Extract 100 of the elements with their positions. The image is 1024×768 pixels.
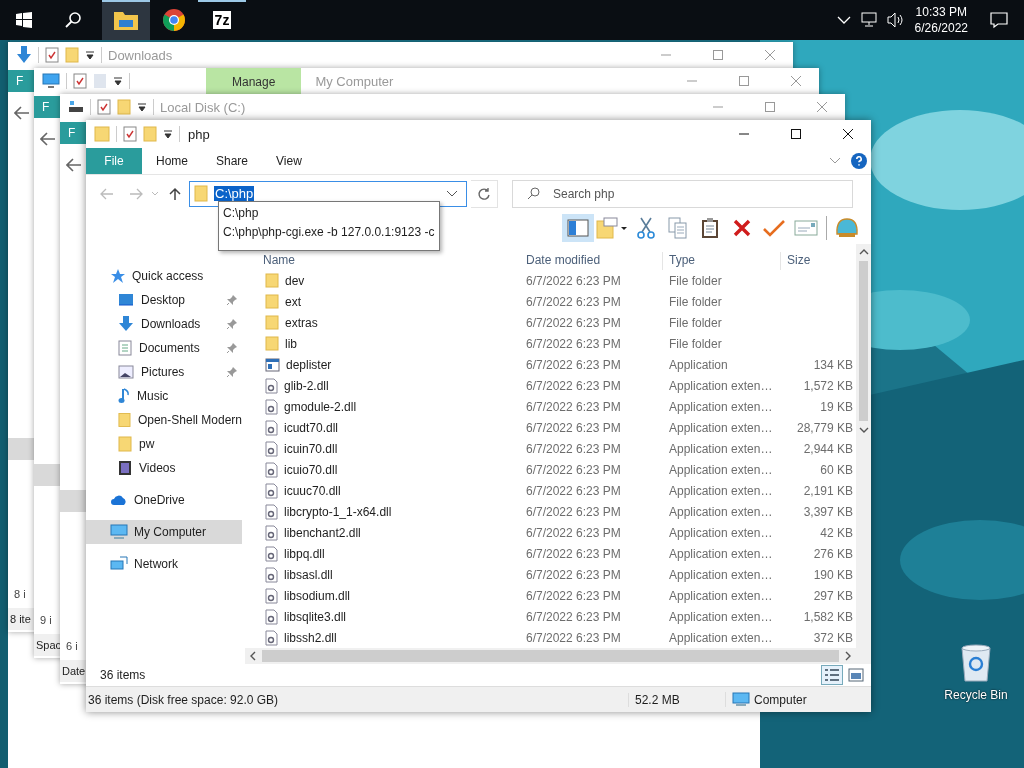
- pin-icon[interactable]: [226, 294, 238, 306]
- properties-icon[interactable]: [45, 47, 59, 63]
- dropdown-icon[interactable]: [113, 76, 123, 86]
- refresh-button[interactable]: [471, 179, 498, 208]
- pin-icon[interactable]: [226, 342, 238, 354]
- file-name-cell[interactable]: libenchant2.dll: [245, 522, 520, 543]
- vertical-scrollbar[interactable]: [856, 244, 871, 664]
- start-icon[interactable]: [16, 12, 32, 28]
- properties-icon[interactable]: [123, 126, 137, 142]
- manage-tab[interactable]: Manage: [206, 68, 302, 94]
- pin-icon[interactable]: [226, 366, 238, 378]
- nav-item[interactable]: Network: [86, 552, 242, 576]
- nav-item[interactable]: Pictures: [86, 360, 242, 384]
- scroll-left-icon[interactable]: [248, 651, 258, 661]
- scroll-right-icon[interactable]: [843, 651, 853, 661]
- folder-icon: [596, 217, 628, 239]
- archiver-button[interactable]: 7z: [198, 0, 246, 40]
- horizontal-scrollbar[interactable]: [245, 648, 856, 664]
- network-icon[interactable]: [860, 12, 879, 28]
- date-cell-text: 6/7/2022 6:23 PM: [525, 545, 622, 563]
- properties-icon[interactable]: [73, 73, 87, 89]
- file-name-cell[interactable]: icuuc70.dll: [245, 480, 520, 501]
- dropdown-chevron-icon[interactable]: [446, 189, 458, 198]
- file-name-cell[interactable]: extras: [245, 312, 520, 333]
- scroll-up-icon[interactable]: [858, 247, 869, 257]
- download-icon: [16, 46, 32, 64]
- size-cell-text: 28,779 KB: [795, 419, 854, 437]
- help-icon[interactable]: [851, 153, 867, 169]
- back-arrow-icon[interactable]: [40, 132, 56, 146]
- file-name-cell[interactable]: libsqlite3.dll: [245, 606, 520, 627]
- pin-icon[interactable]: [226, 318, 238, 330]
- up-icon[interactable]: [169, 186, 181, 201]
- dropdown-icon[interactable]: [85, 50, 95, 60]
- gear-file-icon: [265, 461, 278, 478]
- file-name-cell[interactable]: libpq.dll: [245, 543, 520, 564]
- nav-item[interactable]: Open-Shell Modern: [86, 408, 242, 432]
- folder-icon: [118, 436, 132, 452]
- type-cell-text: File folder: [668, 272, 723, 290]
- search-icon[interactable]: [64, 11, 82, 29]
- file-name-cell[interactable]: dev: [245, 270, 520, 291]
- back-arrow-icon[interactable]: [66, 158, 82, 172]
- monitor-icon: [732, 692, 750, 707]
- nav-item[interactable]: My Computer: [86, 520, 242, 544]
- dropdown-icon[interactable]: [163, 129, 173, 139]
- dropdown-icon[interactable]: [137, 102, 147, 112]
- date-cell-text: 6/7/2022 6:23 PM: [525, 377, 622, 395]
- nav-item[interactable]: Documents: [86, 336, 242, 360]
- expand-ribbon-icon[interactable]: [829, 157, 841, 165]
- column-header[interactable]: Size: [781, 252, 855, 270]
- ribbon-tab[interactable]: Home: [142, 148, 202, 174]
- file-name-cell[interactable]: deplister: [245, 354, 520, 375]
- column-header[interactable]: Name: [263, 252, 301, 270]
- file-name-cell[interactable]: icuio70.dll: [245, 459, 520, 480]
- folder-icon: [194, 185, 208, 202]
- explorer-button[interactable]: [102, 0, 150, 40]
- ribbon-tab[interactable]: View: [262, 148, 316, 174]
- size-cell-text: 60 KB: [819, 461, 854, 479]
- nav-item[interactable]: Music: [86, 384, 242, 408]
- chevron-icon[interactable]: [836, 15, 851, 25]
- gear-file-icon: [265, 566, 278, 583]
- suggestion-item[interactable]: C:\php\php-cgi.exe -b 127.0.0.1:9123 -c: [223, 223, 439, 242]
- column-header[interactable]: Date modified: [520, 252, 663, 270]
- scroll-thumb[interactable]: [262, 650, 839, 662]
- file-name-cell[interactable]: gmodule-2.dll: [245, 396, 520, 417]
- date-cell-text: 6/7/2022 6:23 PM: [525, 293, 622, 311]
- file-name-cell[interactable]: icuin70.dll: [245, 438, 520, 459]
- file-name-cell[interactable]: libsasl.dll: [245, 564, 520, 585]
- folder-options-button[interactable]: [594, 214, 630, 242]
- file-name-cell[interactable]: lib: [245, 333, 520, 354]
- column-header[interactable]: Type: [663, 252, 781, 270]
- properties-icon[interactable]: [97, 99, 111, 115]
- nav-item[interactable]: Downloads: [86, 312, 242, 336]
- recycle-bin-shortcut[interactable]: Recycle Bin: [938, 642, 1014, 702]
- window-title: My Computer: [315, 73, 394, 89]
- type-cell-text: Application exten…: [668, 629, 774, 647]
- preview-pane-button[interactable]: [562, 214, 594, 242]
- file-name-cell[interactable]: libssh2.dll: [245, 627, 520, 648]
- nav-item[interactable]: OneDrive: [86, 488, 242, 512]
- ribbon-tab[interactable]: Share: [202, 148, 263, 174]
- nav-item[interactable]: Desktop: [86, 288, 242, 312]
- file-name-cell[interactable]: glib-2.dll: [245, 375, 520, 396]
- scroll-down-icon[interactable]: [858, 425, 869, 435]
- nav-item[interactable]: Videos: [86, 456, 242, 480]
- volume-icon[interactable]: [886, 12, 905, 28]
- notification-icon[interactable]: [990, 11, 1008, 29]
- file-name-cell[interactable]: icudt70.dll: [245, 417, 520, 438]
- search-field[interactable]: Search php: [512, 179, 853, 208]
- back-arrow-icon[interactable]: [14, 106, 30, 120]
- file-name-cell[interactable]: libsodium.dll: [245, 585, 520, 606]
- thumbnail-view-button[interactable]: [845, 665, 867, 685]
- nav-item[interactable]: Quick access: [86, 264, 242, 288]
- monitor-icon: [42, 73, 60, 89]
- scroll-thumb[interactable]: [859, 261, 868, 421]
- details-view-button[interactable]: [821, 665, 843, 685]
- file-name-cell[interactable]: libcrypto-1_1-x64.dll: [245, 501, 520, 522]
- date-cell-text: 6/7/2022 6:23 PM: [525, 482, 622, 500]
- suggestion-item[interactable]: C:\php: [223, 204, 439, 223]
- file-name-cell[interactable]: ext: [245, 291, 520, 312]
- clock-button[interactable]: 10:33 PM 6/26/2022: [910, 4, 972, 36]
- nav-item[interactable]: pw: [86, 432, 242, 456]
